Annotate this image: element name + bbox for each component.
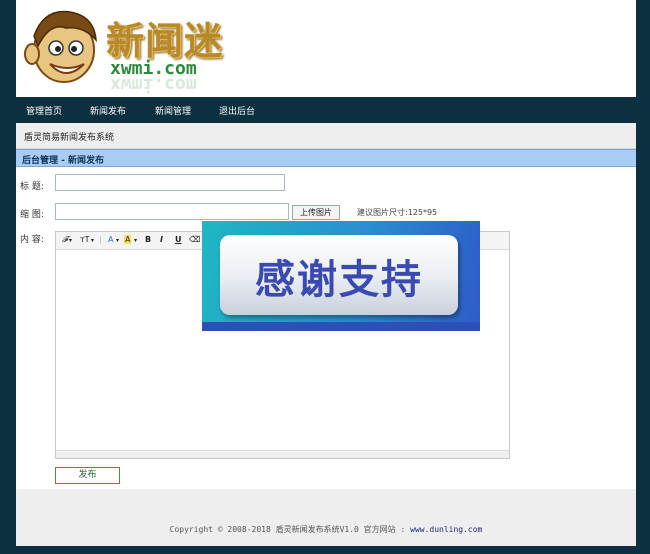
thumb-input[interactable] (55, 203, 289, 220)
nav-item-home[interactable]: 管理首页 (26, 104, 62, 117)
chevron-down-icon: ▾ (91, 237, 95, 244)
image-size-hint: 建议图片尺寸:125*95 (357, 208, 438, 217)
nav-item-logout[interactable]: 退出后台 (219, 104, 255, 117)
footer: Copyright © 2008-2018 盾灵新闻发布系统V1.0 官方网站 … (16, 489, 636, 546)
font-family-button[interactable]: 𝓕 (62, 235, 68, 245)
logo-domain-reflection: xwmi.com (110, 74, 197, 95)
content-label: 内 容: (20, 235, 44, 245)
copyright-text: Copyright © 2008-2018 盾灵新闻发布系统V1.0 官方网站 … (169, 525, 411, 534)
upload-image-button[interactable]: 上传图片 (292, 205, 340, 220)
nav-item-manage[interactable]: 新闻管理 (155, 104, 191, 117)
copyright: Copyright © 2008-2018 盾灵新闻发布系统V1.0 官方网站 … (16, 524, 636, 535)
chevron-down-icon: ▾ (116, 237, 120, 244)
italic-button[interactable]: I (160, 235, 163, 244)
font-color-button[interactable]: A (108, 235, 113, 244)
thanks-overlay-image: 感谢支持 (202, 221, 480, 331)
bold-button[interactable]: B (145, 235, 151, 244)
thanks-card: 感谢支持 (220, 235, 458, 315)
page: 新闻迷 xwmi.com xwmi.com 管理首页 新闻发布 新闻管理 退出后… (16, 0, 636, 546)
system-title: 盾灵简易新闻发布系统 (24, 133, 115, 143)
toolbar-divider: | (99, 235, 102, 244)
title-input[interactable] (55, 174, 285, 191)
logo-title: 新闻迷 (106, 18, 224, 63)
breadcrumb-bar: 后台管理 - 新闻发布 (16, 149, 636, 167)
mascot-logo-icon (24, 10, 97, 83)
eraser-icon[interactable]: ⌫ (189, 235, 200, 244)
title-label: 标 题: (20, 182, 44, 192)
font-size-button[interactable]: тT (80, 235, 90, 244)
system-title-bar: 盾灵简易新闻发布系统 (16, 123, 636, 149)
chevron-down-icon: ▾ (134, 237, 138, 244)
bg-color-button[interactable]: A (124, 235, 132, 244)
thanks-bottom-strip (202, 322, 480, 331)
official-site-link[interactable]: www.dunling.com (410, 525, 482, 534)
publish-button[interactable]: 发布 (55, 467, 120, 484)
thanks-text: 感谢支持 (255, 257, 423, 303)
breadcrumb: 后台管理 - 新闻发布 (22, 156, 105, 166)
thumb-label: 缩 图: (20, 210, 44, 220)
underline-button[interactable]: U (175, 235, 182, 244)
header: 新闻迷 xwmi.com xwmi.com (16, 0, 636, 97)
chevron-down-icon: ▾ (69, 237, 73, 244)
main-nav: 管理首页 新闻发布 新闻管理 退出后台 (16, 97, 636, 123)
editor-status-bar (56, 450, 509, 458)
nav-item-publish[interactable]: 新闻发布 (90, 104, 126, 117)
